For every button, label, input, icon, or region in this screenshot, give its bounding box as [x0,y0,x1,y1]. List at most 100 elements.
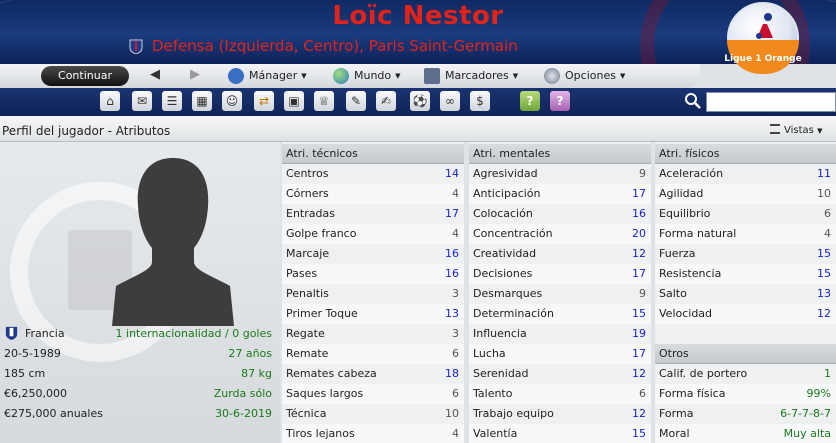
attribute-row[interactable]: Penaltis 3 [282,284,464,304]
attribute-name: Determinación [473,307,554,320]
attribute-value: 6 [639,387,646,400]
height-row: 185 cm 87 kg [0,364,280,384]
tactics-icon[interactable]: ▣ [284,91,304,111]
continue-button[interactable]: Continuar [41,66,129,86]
other-header: Otros [655,344,836,364]
attribute-row[interactable]: Creatividad 12 [469,244,651,264]
attribute-row[interactable]: Anticipación 17 [469,184,651,204]
attribute-name: Anticipación [473,187,541,200]
attribute-row[interactable]: Técnica 10 [282,404,464,424]
search-input[interactable] [706,92,836,112]
mental-attributes: Atri. mentales Agresividad 9 Anticipación… [469,142,651,443]
attribute-row[interactable]: Desmarques 9 [469,284,651,304]
attribute-value: 6 [824,207,831,220]
attribute-row[interactable]: Córners 4 [282,184,464,204]
nationality[interactable]: Francia [4,324,65,344]
preferred-foot: Zurda sólo [213,387,272,400]
attribute-row[interactable]: Tiros lejanos 4 [282,424,464,443]
attribute-row[interactable]: Resistencia 15 [655,264,836,284]
caret-down-icon: ▼ [817,127,823,135]
attribute-row[interactable]: Valentía 15 [469,424,651,443]
attribute-row[interactable]: Remates cabeza 18 [282,364,464,384]
views-button[interactable]: Vistas ▼ [770,124,822,136]
attribute-row[interactable]: Agilidad 10 [655,184,836,204]
player-value: €6,250,000 [4,387,67,400]
caret-down-icon: ▼ [619,72,626,80]
forward-arrow-icon[interactable]: ▶ [186,66,204,84]
attribute-name: Forma natural [659,227,737,240]
attribute-row[interactable]: Lucha 17 [469,344,651,364]
technical-header: Atri. técnicos [282,144,464,164]
attribute-row[interactable]: Fuerza 15 [655,244,836,264]
scouting-icon[interactable]: ✎ [346,91,366,111]
attribute-row[interactable]: Determinación 15 [469,304,651,324]
attribute-name: Concentración [473,227,553,240]
menu-bookmarks[interactable]: Marcadores ▼ [424,64,518,88]
finances-icon[interactable]: $ [470,91,490,111]
other-row[interactable]: Forma física 99% [655,384,836,404]
contract-end: 30-6-2019 [215,407,272,420]
attribute-row[interactable]: Regate 3 [282,324,464,344]
back-arrow-icon[interactable]: ◀ [146,66,164,84]
help-icon[interactable]: ? [520,91,540,111]
attribute-name: Lucha [473,347,506,360]
attribute-row[interactable]: Concentración 20 [469,224,651,244]
attribute-row[interactable]: Velocidad 12 [655,304,836,324]
attribute-name: Resistencia [659,267,722,280]
league-logo-text: Ligue 1 Orange [724,54,802,64]
other-row[interactable]: Moral Muy alta [655,424,836,443]
attribute-row[interactable]: Trabajo equipo 12 [469,404,651,424]
wage-row: €275,000 anuales 30-6-2019 [0,404,280,424]
menu-world[interactable]: Mundo ▼ [333,64,401,88]
menu-options[interactable]: Opciones ▼ [544,64,625,88]
squad-icon[interactable]: ☰ [162,91,182,111]
attribute-row[interactable]: Remate 6 [282,344,464,364]
nationality-row: Francia 1 internacionalidad / 0 goles [0,324,280,344]
attribute-value: 17 [632,267,646,280]
info-help-icon[interactable]: ? [550,91,570,111]
attribute-row[interactable]: Forma natural 4 [655,224,836,244]
attribute-value: 11 [817,167,831,180]
caret-down-icon: ▼ [301,72,307,80]
league-player-icon [756,13,773,39]
attribute-row[interactable]: Talento 6 [469,384,651,404]
attribute-name: Equilibrio [659,207,711,220]
attribute-row[interactable]: Aceleración 11 [655,164,836,184]
attribute-name: Golpe franco [286,227,357,240]
home-icon[interactable]: ⌂ [100,91,120,111]
attribute-row[interactable]: Salto 13 [655,284,836,304]
notes-icon[interactable]: ✍ [376,91,396,111]
attribute-row[interactable]: Agresividad 9 [469,164,651,184]
match-icon[interactable]: ⚽ [410,91,430,111]
binoculars-icon[interactable]: ∞ [440,91,460,111]
trophy-icon[interactable]: ♕ [314,91,334,111]
menu-world-label: Mundo [354,69,392,82]
staff-icon[interactable]: ☺ [222,91,242,111]
options-icon [544,68,560,84]
attribute-row[interactable]: Pases 16 [282,264,464,284]
attribute-row[interactable]: Equilibrio 6 [655,204,836,224]
attribute-row[interactable]: Golpe franco 4 [282,224,464,244]
date-of-birth: 20-5-1989 [4,347,61,360]
caps: 1 internacionalidad / 0 goles [115,327,272,340]
attribute-row[interactable]: Saques largos 6 [282,384,464,404]
attribute-row[interactable]: Decisiones 17 [469,264,651,284]
calendar-icon[interactable]: ▦ [192,91,212,111]
attribute-name: Remates cabeza [286,367,377,380]
other-name: Moral [659,427,690,440]
attribute-row[interactable]: Centros 14 [282,164,464,184]
inbox-icon[interactable]: ✉ [132,91,152,111]
attribute-row[interactable]: Marcaje 16 [282,244,464,264]
attribute-name: Tiros lejanos [286,427,355,440]
other-row[interactable]: Calif. de portero 1 [655,364,836,384]
attribute-value: 17 [632,187,646,200]
attribute-row[interactable]: Entradas 17 [282,204,464,224]
attribute-row[interactable]: Influencia 19 [469,324,651,344]
attribute-row[interactable]: Serenidad 12 [469,364,651,384]
menu-manager[interactable]: Mánager ▼ [228,64,307,88]
attribute-value: 4 [452,187,459,200]
transfers-icon[interactable]: ⇄ [254,91,274,111]
other-row[interactable]: Forma 6-7-7-8-7 [655,404,836,424]
attribute-row[interactable]: Primer Toque 13 [282,304,464,324]
attribute-row[interactable]: Colocación 16 [469,204,651,224]
